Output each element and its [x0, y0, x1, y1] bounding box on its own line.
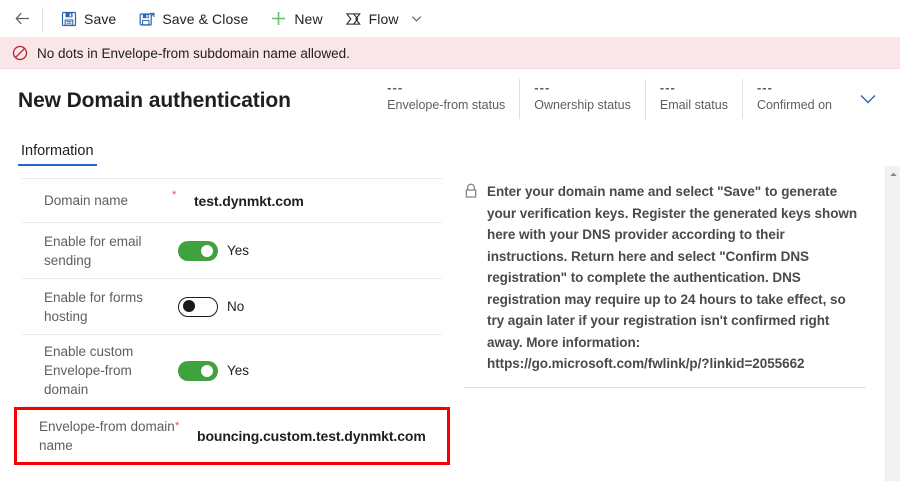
status-label: Ownership status	[534, 98, 631, 112]
toggle-wrap-enable-email-sending: Yes	[178, 240, 442, 261]
form-column: Domain name * test.dynmkt.com Enable for…	[14, 178, 450, 481]
form-card: Domain name * test.dynmkt.com Enable for…	[14, 178, 450, 465]
chevron-down-icon	[411, 16, 422, 22]
info-panel-text: Enter your domain name and select "Save"…	[487, 184, 858, 371]
field-label-domain-name: Domain name	[44, 193, 129, 208]
status-value: ---	[756, 80, 773, 95]
new-button-label: New	[294, 10, 323, 27]
back-button[interactable]	[4, 1, 40, 37]
flow-button[interactable]: Flow	[334, 1, 410, 37]
required-indicator	[172, 286, 194, 289]
status-ownership: --- Ownership status	[519, 79, 645, 119]
content-area: Domain name * test.dynmkt.com Enable for…	[0, 166, 900, 481]
status-value: ---	[534, 80, 551, 95]
toggle-wrap-enable-custom-envelope-from: Yes	[178, 360, 442, 381]
toggle-knob	[201, 364, 213, 377]
toggle-enable-email-sending[interactable]	[178, 240, 218, 261]
chevron-down-icon	[860, 95, 876, 104]
toggle-wrap-enable-forms-hosting: No	[178, 296, 442, 317]
field-label-enable-forms-hosting: Enable for forms hosting	[44, 289, 144, 324]
command-bar-divider	[42, 6, 43, 31]
new-button[interactable]: New	[259, 1, 333, 37]
status-value: ---	[387, 80, 404, 95]
form-row-enable-custom-envelope-from: Enable custom Envelope-from domain Yes	[22, 335, 442, 407]
toggle-enable-custom-envelope-from[interactable]	[178, 360, 218, 381]
toggle-state-label: No	[227, 299, 245, 314]
error-banner-message: No dots in Envelope-from subdomain name …	[37, 45, 350, 61]
block-error-icon	[11, 45, 28, 62]
form-row-enable-forms-hosting: Enable for forms hosting No	[22, 279, 442, 335]
tab-information[interactable]: Information	[18, 143, 97, 166]
save-and-close-button[interactable]: Save & Close	[127, 1, 259, 37]
vertical-scrollbar[interactable]	[885, 166, 900, 481]
lock-icon	[464, 181, 481, 375]
page-header: New Domain authentication --- Envelope-f…	[0, 69, 900, 133]
flow-overflow-button[interactable]	[406, 1, 428, 37]
header-expand-button[interactable]	[852, 79, 884, 119]
required-indicator: *	[175, 420, 180, 432]
tab-strip: Information	[0, 133, 900, 166]
status-value: ---	[659, 80, 676, 95]
status-envelope-from: --- Envelope-from status	[373, 79, 519, 119]
save-button-label: Save	[84, 10, 117, 27]
back-arrow-icon	[14, 12, 29, 25]
flow-button-label: Flow	[368, 10, 399, 27]
header-status-strip: --- Envelope-from status --- Ownership s…	[373, 79, 884, 123]
field-label-enable-email-sending: Enable for email sending	[44, 233, 142, 268]
command-bar: Save Save & Close New Flow	[0, 0, 900, 38]
required-indicator	[172, 230, 194, 233]
field-value-envelope-from-domain-name[interactable]: bouncing.custom.test.dynmkt.com	[197, 428, 439, 444]
tab-information-label: Information	[21, 143, 94, 159]
status-label: Envelope-from status	[387, 98, 506, 112]
scroll-up-arrow-icon[interactable]	[886, 166, 900, 182]
form-row-domain-name: Domain name * test.dynmkt.com	[22, 179, 442, 223]
field-label-envelope-from-domain-name: Envelope-from domain name	[39, 419, 175, 453]
status-email: --- Email status	[644, 79, 742, 119]
required-indicator	[172, 342, 194, 345]
field-label-enable-custom-envelope-from: Enable custom Envelope-from domain	[44, 344, 134, 397]
toggle-state-label: Yes	[227, 363, 250, 378]
status-label: Email status	[659, 98, 728, 112]
flow-icon	[345, 10, 362, 27]
error-banner: No dots in Envelope-from subdomain name …	[0, 38, 900, 69]
form-row-enable-email-sending: Enable for email sending Yes	[22, 223, 442, 279]
required-indicator: *	[172, 189, 177, 201]
save-and-close-button-label: Save & Close	[162, 10, 249, 27]
toggle-enable-forms-hosting[interactable]	[178, 296, 218, 317]
save-and-close-icon	[138, 10, 155, 27]
save-button[interactable]: Save	[49, 1, 127, 37]
toggle-knob	[183, 300, 195, 312]
save-floppy-icon	[60, 10, 77, 27]
page-title: New Domain authentication	[18, 89, 291, 112]
form-row-envelope-from-domain-name: Envelope-from domain name * bouncing.cus…	[14, 407, 450, 465]
status-label: Confirmed on	[756, 98, 832, 112]
toggle-state-label: Yes	[227, 243, 250, 258]
status-confirmed-on: --- Confirmed on	[741, 79, 846, 119]
toggle-knob	[201, 244, 213, 257]
info-panel: Enter your domain name and select "Save"…	[464, 181, 866, 388]
plus-icon	[270, 10, 287, 27]
info-column: Enter your domain name and select "Save"…	[464, 178, 866, 481]
field-value-domain-name[interactable]: test.dynmkt.com	[194, 193, 442, 209]
